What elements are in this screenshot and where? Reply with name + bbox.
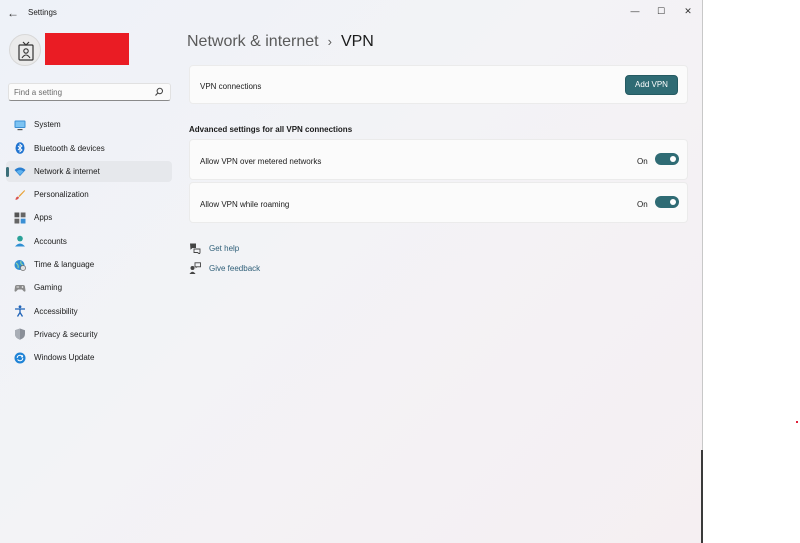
search-icon[interactable]	[154, 87, 164, 97]
sidebar-item-personalization[interactable]: Personalization	[6, 184, 172, 206]
roaming-setting[interactable]: Allow VPN while roaming On	[189, 182, 688, 223]
sidebar-item-label: Time & language	[34, 260, 95, 270]
bluetooth-icon	[14, 142, 26, 154]
title-bar: ← Settings — ☐ ✕	[0, 0, 703, 28]
person-icon	[14, 235, 26, 247]
metered-networks-setting[interactable]: Allow VPN over metered networks On	[189, 139, 688, 180]
app-title: Settings	[28, 8, 57, 17]
sidebar-item-label: Network & internet	[34, 166, 100, 176]
vpn-connections-card: VPN connections Add VPN	[189, 65, 688, 104]
stray-pixel	[796, 421, 798, 423]
minimize-button[interactable]: —	[625, 4, 645, 18]
give-feedback-label: Give feedback	[209, 263, 261, 273]
sidebar-item-gaming[interactable]: Gaming	[6, 277, 172, 299]
advanced-settings-header: Advanced settings for all VPN connection…	[189, 125, 353, 134]
roaming-toggle[interactable]	[655, 196, 679, 208]
add-vpn-button[interactable]: Add VPN	[625, 75, 678, 95]
sidebar-item-time-language[interactable]: Time & language	[6, 254, 172, 276]
sidebar-item-bluetooth[interactable]: Bluetooth & devices	[6, 137, 172, 159]
give-feedback-link[interactable]: Give feedback	[189, 262, 260, 274]
sidebar-item-system[interactable]: System	[6, 114, 172, 136]
sidebar-item-accessibility[interactable]: Accessibility	[6, 300, 172, 322]
sidebar-item-label: Gaming	[34, 283, 63, 293]
sidebar-item-privacy-security[interactable]: Privacy & security	[6, 324, 172, 346]
vpn-connections-label: VPN connections	[200, 82, 262, 91]
setting-label: Allow VPN over metered networks	[200, 157, 322, 166]
sidebar-item-label: Accessibility	[34, 306, 78, 316]
toggle-state-text: On	[637, 157, 648, 166]
close-button[interactable]: ✕	[678, 4, 698, 18]
sidebar-item-label: System	[34, 120, 61, 130]
sidebar-item-label: Apps	[34, 213, 53, 223]
sidebar-item-label: Privacy & security	[34, 329, 98, 339]
maximize-button[interactable]: ☐	[651, 4, 671, 18]
breadcrumb-parent[interactable]: Network & internet	[187, 33, 319, 50]
monitor-icon	[14, 119, 26, 131]
page-title: VPN	[340, 33, 374, 50]
brush-icon	[14, 189, 26, 201]
user-badge-icon	[18, 41, 34, 61]
apps-icon	[14, 212, 26, 224]
sidebar-item-windows-update[interactable]: Windows Update	[6, 347, 172, 369]
gamepad-icon	[14, 282, 26, 294]
help-chat-icon	[189, 242, 201, 254]
window-edge-shadow	[701, 450, 703, 543]
settings-window: ← Settings — ☐ ✕ System	[0, 0, 703, 543]
redacted-user-name	[45, 33, 129, 65]
wifi-icon	[14, 165, 26, 177]
sidebar-item-label: Bluetooth & devices	[34, 143, 105, 153]
get-help-link[interactable]: Get help	[189, 242, 239, 254]
sidebar-item-label: Accounts	[34, 236, 67, 246]
update-icon	[14, 352, 26, 364]
chevron-right-icon: ›	[327, 34, 332, 49]
avatar[interactable]	[9, 34, 41, 66]
sidebar-item-network[interactable]: Network & internet	[6, 160, 172, 183]
metered-networks-toggle[interactable]	[655, 153, 679, 165]
accessibility-icon	[14, 305, 26, 317]
globe-clock-icon	[14, 259, 26, 271]
feedback-person-icon	[189, 262, 201, 274]
breadcrumb: Network & internet › VPN	[187, 33, 374, 51]
get-help-label: Get help	[209, 243, 240, 253]
sidebar-item-label: Windows Update	[34, 353, 95, 363]
sidebar-item-accounts[interactable]: Accounts	[6, 230, 172, 252]
back-arrow-icon[interactable]: ←	[6, 6, 20, 20]
sidebar-item-label: Personalization	[34, 190, 89, 200]
shield-icon	[14, 328, 26, 341]
sidebar-item-apps[interactable]: Apps	[6, 207, 172, 229]
search-input[interactable]	[14, 86, 154, 99]
setting-label: Allow VPN while roaming	[200, 200, 290, 209]
sidebar-nav: System Bluetooth & devices Network & int…	[6, 114, 172, 370]
toggle-state-text: On	[637, 200, 648, 209]
search-box[interactable]	[8, 83, 171, 101]
